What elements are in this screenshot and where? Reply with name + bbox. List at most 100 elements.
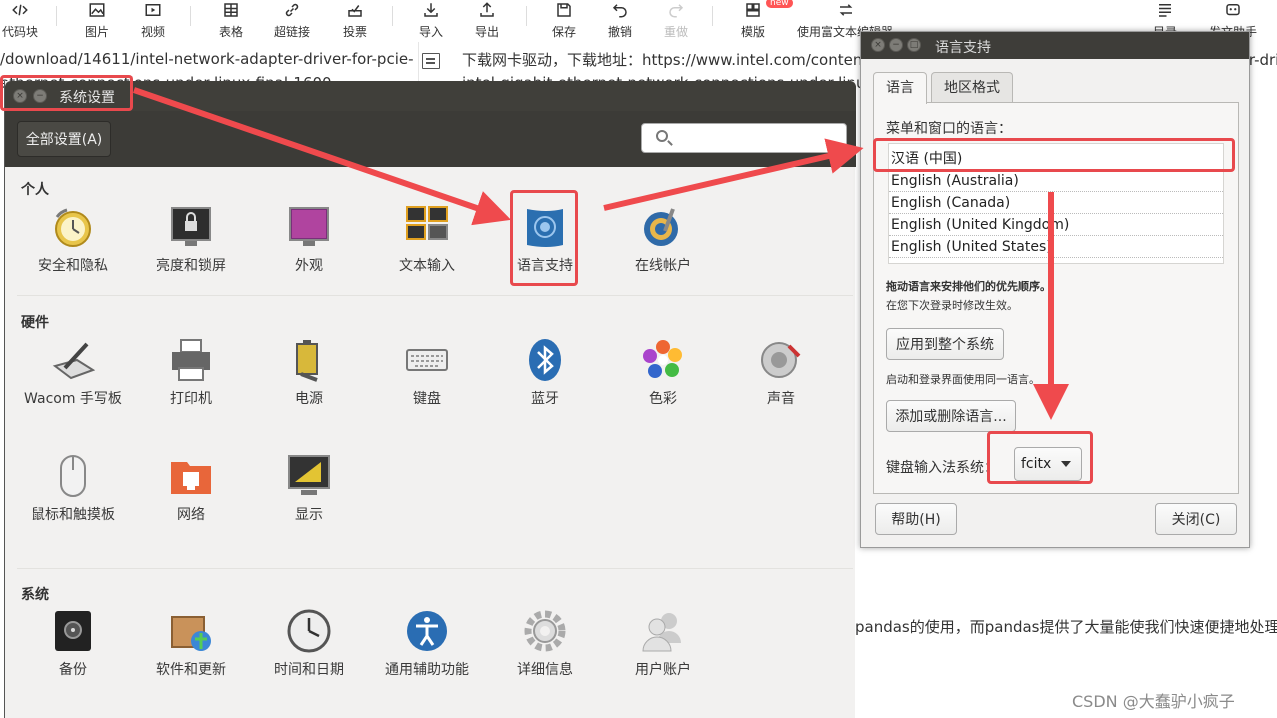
settings-item-power-label: 电源	[295, 391, 323, 407]
new-badge: new	[766, 0, 793, 8]
settings-item-power[interactable]: 电源	[254, 338, 364, 411]
settings-item-brightness-label: 亮度和锁屏	[156, 258, 226, 274]
toolbar-divider	[392, 6, 393, 26]
toolbar-video-label: 视频	[140, 25, 165, 39]
search-icon	[656, 130, 668, 142]
preview-pandas-line: pandas的使用，而pandas提供了大量能使我们快速便捷地处理	[855, 618, 1277, 636]
toolbar-import-button[interactable]: 导入	[416, 0, 446, 40]
settings-item-network[interactable]: 网络	[136, 454, 246, 527]
toolbar-template-label: 模版	[740, 25, 765, 39]
details-icon	[523, 609, 567, 653]
maximize-icon[interactable]: □	[907, 38, 921, 52]
bluetooth-icon	[523, 338, 567, 382]
settings-item-sound[interactable]: 声音	[726, 338, 836, 411]
settings-search-input[interactable]	[641, 123, 847, 153]
clock-icon	[287, 609, 331, 653]
vote-icon	[348, 5, 362, 17]
video-icon	[145, 4, 161, 16]
settings-item-clock[interactable]: 时间和日期	[254, 609, 364, 682]
toolbar-table-label: 表格	[218, 25, 243, 39]
markdown-url-line: /download/14611/intel-network-adapter-dr…	[0, 50, 414, 68]
settings-item-text-entry[interactable]: 文本输入	[372, 205, 482, 278]
tab-regional-formats[interactable]: 地区格式	[931, 72, 1013, 103]
color-icon	[641, 338, 685, 382]
tab-language[interactable]: 语言	[873, 72, 927, 104]
all-settings-button[interactable]: 全部设置(A)	[17, 121, 111, 157]
toolbar-export-label: 导出	[474, 25, 499, 39]
toolbar-undo-button[interactable]: 撤销	[605, 0, 635, 40]
online-accounts-icon	[641, 205, 685, 249]
highlight-settings-title	[0, 75, 133, 111]
settings-item-details[interactable]: 详细信息	[490, 609, 600, 682]
settings-item-brightness-lock[interactable]: 亮度和锁屏	[136, 205, 246, 278]
brightness-lock-icon	[169, 205, 213, 249]
section-hardware-title: 硬件	[21, 315, 49, 331]
save-icon	[557, 3, 571, 17]
settings-item-display[interactable]: 显示	[254, 454, 364, 527]
highlight-fcitx	[987, 431, 1093, 484]
toolbar-divider	[526, 6, 527, 26]
toolbar-link-button[interactable]: 超链接	[270, 0, 314, 40]
settings-item-mouse-label: 鼠标和触摸板	[31, 507, 115, 523]
toolbar-vote-button[interactable]: 投票	[340, 0, 370, 40]
apply-system-wide-button[interactable]: 应用到整个系统	[886, 328, 1004, 360]
language-list-item[interactable]: English (Canada)	[889, 192, 1223, 214]
close-icon[interactable]: ×	[871, 38, 885, 52]
toolbar-undo-label: 撤销	[607, 25, 632, 39]
minimize-icon[interactable]: −	[889, 38, 903, 52]
help-button[interactable]: 帮助(H)	[875, 503, 957, 535]
settings-item-printer[interactable]: 打印机	[136, 338, 246, 411]
users-icon	[641, 609, 685, 653]
settings-item-color[interactable]: 色彩	[608, 338, 718, 411]
language-list-item[interactable]: English (United Kingdom)	[889, 214, 1223, 236]
settings-item-backup[interactable]: 备份	[18, 609, 128, 682]
assistant-icon	[1226, 4, 1240, 16]
software-icon	[169, 609, 213, 653]
settings-item-online-label: 在线帐户	[635, 258, 691, 274]
settings-item-bluetooth-label: 蓝牙	[531, 391, 559, 407]
settings-item-wacom[interactable]: Wacom 手写板	[18, 338, 128, 411]
settings-item-wacom-label: Wacom 手写板	[24, 391, 122, 407]
settings-item-accessibility[interactable]: 通用辅助功能	[372, 609, 482, 682]
settings-item-software[interactable]: 软件和更新	[136, 609, 246, 682]
settings-item-appearance[interactable]: 外观	[254, 205, 364, 278]
template-icon	[746, 3, 760, 17]
settings-item-users[interactable]: 用户账户	[608, 609, 718, 682]
toolbar-divider	[712, 6, 713, 26]
security-icon	[51, 205, 95, 249]
settings-item-security[interactable]: 安全和隐私	[18, 205, 128, 278]
toolbar-vote-label: 投票	[342, 25, 367, 39]
language-list-item[interactable]: English (Australia)	[889, 170, 1223, 192]
close-button[interactable]: 关闭(C)	[1155, 503, 1237, 535]
toolbar-image-button[interactable]: 图片	[82, 0, 112, 40]
accessibility-icon	[405, 609, 449, 653]
toolbar-video-button[interactable]: 视频	[138, 0, 168, 40]
editor-divider	[418, 42, 419, 82]
settings-item-mouse[interactable]: 鼠标和触摸板	[18, 454, 128, 527]
toolbar-table-button[interactable]: 表格	[216, 0, 246, 40]
settings-item-online-accounts[interactable]: 在线帐户	[608, 205, 718, 278]
toolbar-code-label: 代码块	[1, 25, 38, 39]
toolbar-export-button[interactable]: 导出	[472, 0, 502, 40]
undo-icon	[612, 4, 627, 18]
toolbar-template-button[interactable]: 模版	[738, 0, 768, 40]
toolbar-save-button[interactable]: 保存	[549, 0, 579, 40]
table-icon	[224, 3, 238, 17]
backup-icon	[51, 609, 95, 653]
add-remove-languages-button[interactable]: 添加或删除语言...	[886, 400, 1016, 432]
toolbar-image-label: 图片	[84, 25, 109, 39]
settings-item-keyboard[interactable]: 键盘	[372, 338, 482, 411]
swap-icon	[839, 4, 853, 16]
section-personal-title: 个人	[21, 182, 49, 198]
import-icon	[424, 3, 438, 17]
toolbar-divider	[56, 6, 57, 26]
toolbar-code-button[interactable]: 代码块	[0, 0, 40, 40]
display-icon	[287, 454, 331, 498]
toolbar-redo-button[interactable]: 重做	[661, 0, 691, 40]
toolbar-divider	[190, 6, 191, 26]
network-icon	[169, 454, 213, 498]
settings-item-bluetooth[interactable]: 蓝牙	[490, 338, 600, 411]
language-list-item[interactable]: English (United States)	[889, 236, 1223, 258]
language-tabs: 语言 地区格式	[873, 72, 1239, 104]
code-icon	[12, 4, 28, 16]
